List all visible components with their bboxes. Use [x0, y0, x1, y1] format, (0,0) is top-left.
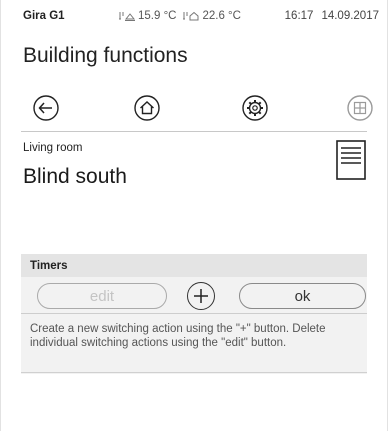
device-screen: Gira G1 15.9 °C 22.6 °C 16:17 14.09.2017: [0, 0, 388, 431]
indoor-temp-value: 22.6 °C: [202, 10, 241, 22]
home-icon: [134, 95, 160, 121]
outdoor-temp-value: 15.9 °C: [138, 10, 177, 22]
indoor-thermometer-icon: [183, 11, 199, 21]
timers-help-text: Create a new switching action using the …: [30, 323, 326, 349]
back-arrow-icon: [33, 95, 59, 121]
outdoor-thermometer-icon: [119, 12, 136, 21]
nav-bar: [1, 93, 387, 127]
clock-time: 16:17: [284, 10, 314, 22]
indoor-temperature: 22.6 °C: [182, 10, 241, 22]
settings-button[interactable]: [240, 93, 270, 123]
status-bar: Gira G1 15.9 °C 22.6 °C 16:17 14.09.2017: [23, 8, 379, 24]
blind-icon: [336, 140, 366, 180]
header-divider: [21, 131, 367, 132]
home-button[interactable]: [132, 93, 162, 123]
back-button[interactable]: [31, 93, 61, 123]
ok-button[interactable]: ok: [239, 283, 366, 309]
grid-view-button[interactable]: [345, 93, 375, 123]
plus-icon: [194, 289, 208, 303]
grid-icon: [347, 95, 373, 121]
function-name: Blind south: [23, 165, 127, 188]
timer-actions-row: edit ok: [21, 277, 367, 313]
device-name: Gira G1: [23, 10, 65, 22]
help-divider: [21, 372, 367, 373]
settings-icon: [242, 95, 268, 121]
edit-button[interactable]: edit: [37, 283, 167, 309]
add-timer-button[interactable]: [187, 282, 215, 310]
room-label: Living room: [23, 142, 83, 154]
sensor-readouts: 15.9 °C 22.6 °C: [118, 10, 241, 22]
clock-date: 14.09.2017: [321, 10, 379, 22]
page-title: Building functions: [23, 44, 188, 67]
timers-header: Timers: [21, 254, 367, 277]
outdoor-temperature: 15.9 °C: [118, 10, 176, 22]
timers-panel: Timers edit ok Create a new switching ac…: [21, 254, 367, 374]
